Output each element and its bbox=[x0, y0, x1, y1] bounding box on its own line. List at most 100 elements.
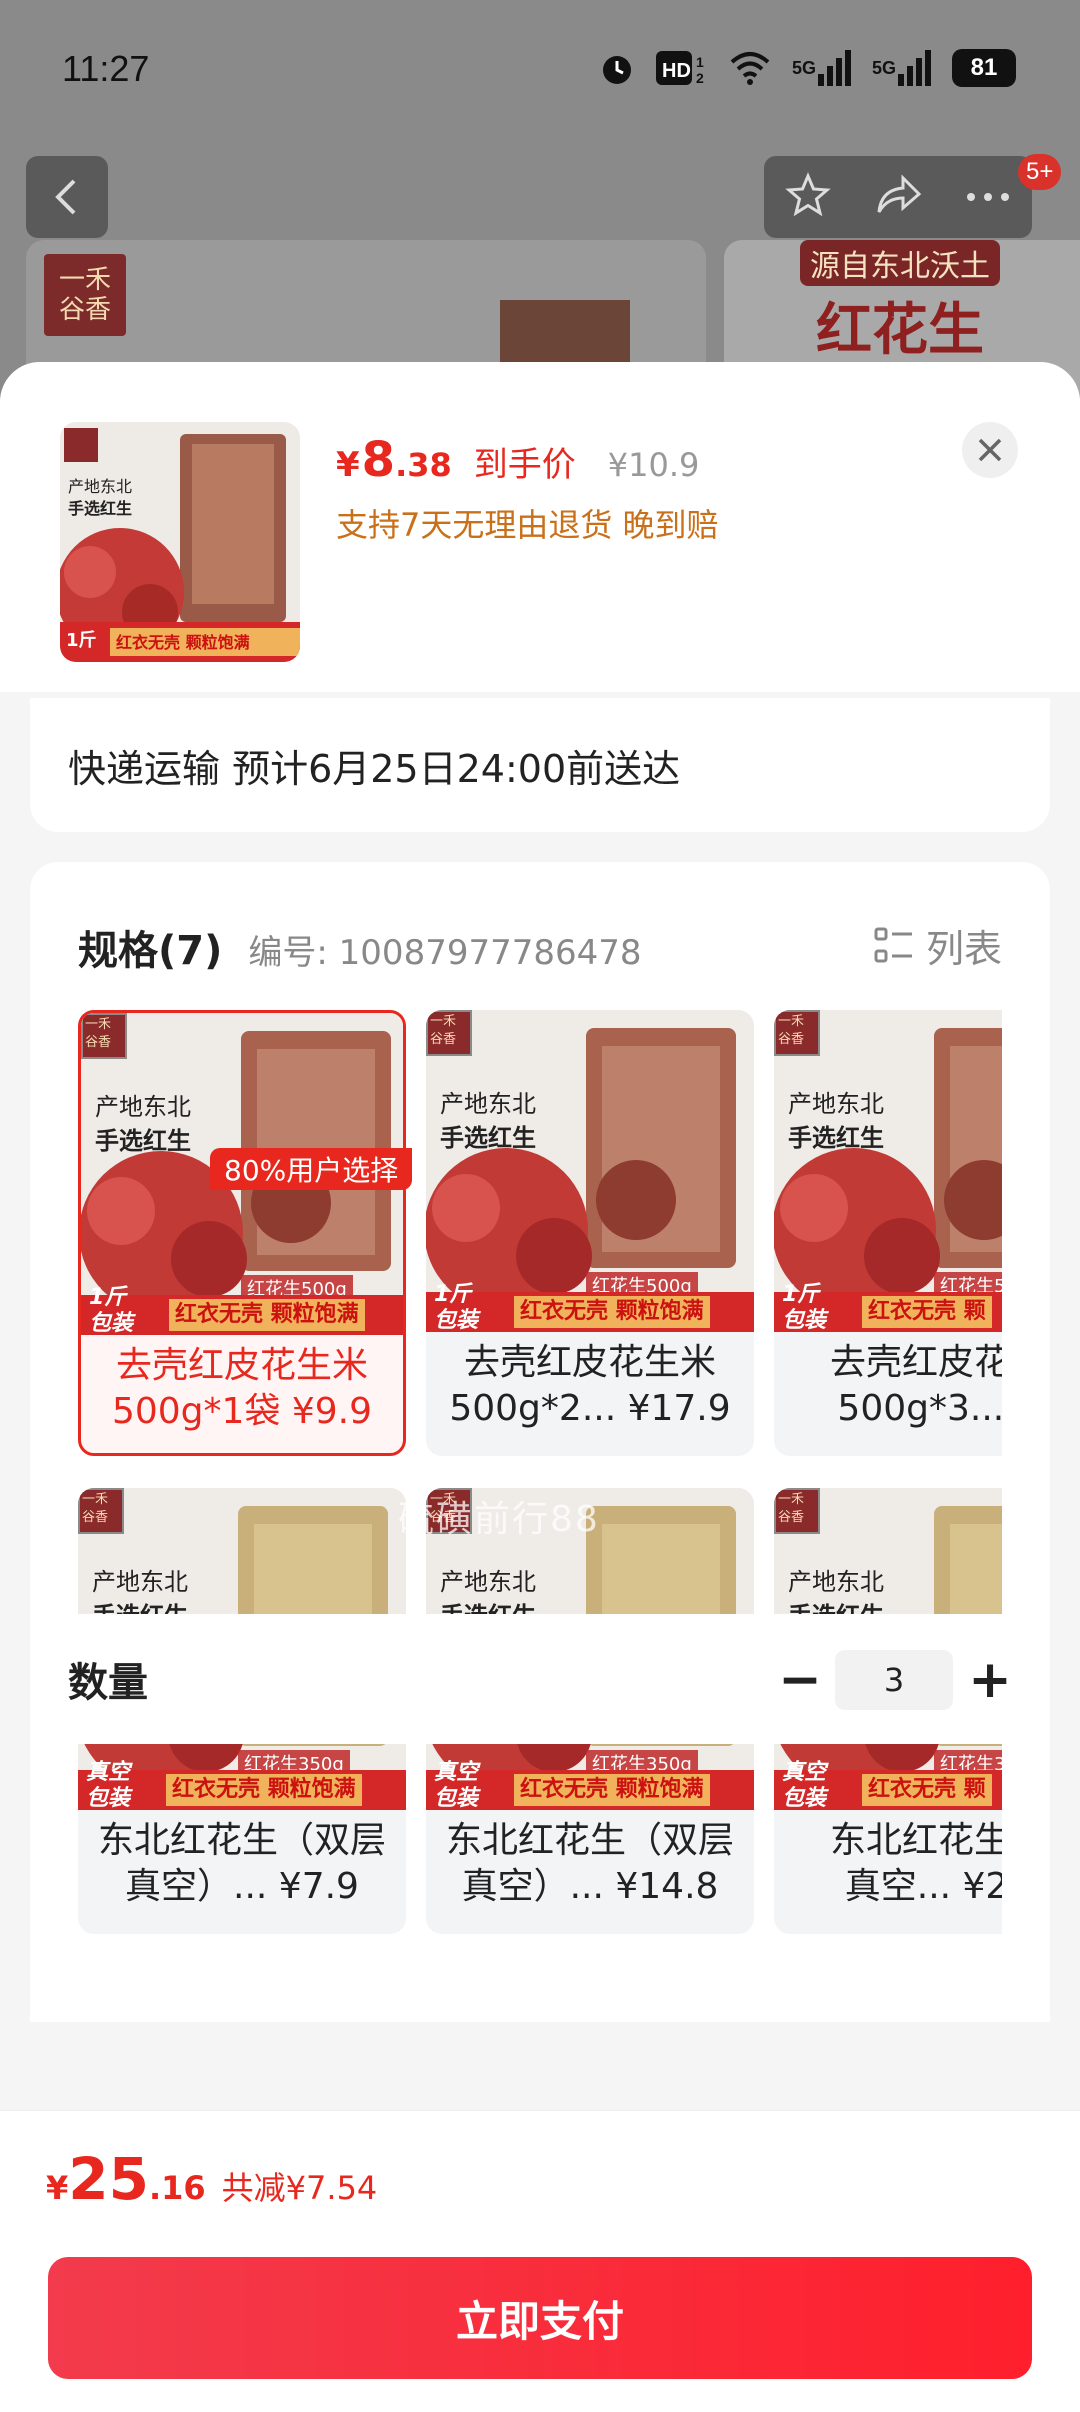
background-banner-top: 源自东北沃土 bbox=[800, 240, 1000, 286]
spec-option-tile[interactable]: 一禾 谷香 产地东北 手选红生 红花生500g 1斤 包装 红衣无壳 颗粒饱满 去壳红皮花生米 5… bbox=[78, 1010, 406, 1456]
promo-text: 支持7天无理由退货 晚到赔 bbox=[336, 506, 719, 544]
spec-option-pack-bottom: 包装 bbox=[434, 1786, 479, 1811]
product-thumbnail: 产地东北 手选红生 红衣无壳 颗粒饱满 1斤 bbox=[60, 422, 300, 662]
spec-option-slogan: 红衣无壳 颗粒饱满 bbox=[166, 1774, 362, 1806]
spec-option-tile[interactable]: 一禾 谷香 产地东北 手选红生 红花生500g 1斤 包装 红衣无壳 颗粒饱满 去壳红皮花生米 5… bbox=[426, 1010, 754, 1456]
quantity-plus-button[interactable]: + bbox=[960, 1650, 1020, 1710]
spec-option-label: 去壳红皮花生米 500g*2... ¥17.9 bbox=[426, 1340, 754, 1432]
spec-option-label: 去壳红皮花生米 500g*1袋 ¥9.9 bbox=[81, 1343, 403, 1435]
background-brand-line2: 谷香 bbox=[58, 295, 111, 325]
alarm-icon bbox=[598, 48, 636, 88]
signal-1-label: 5G bbox=[791, 57, 816, 78]
background-brand-logo: 一禾 谷香 bbox=[44, 254, 126, 336]
spec-header: 规格(7) 编号: 10087977786478 bbox=[78, 918, 642, 976]
back-arrow-icon bbox=[55, 179, 76, 215]
close-button[interactable] bbox=[962, 422, 1018, 478]
spec-option-brand-1: 一禾 bbox=[82, 1492, 109, 1507]
spec-option-slogan: 红衣无壳 颗 bbox=[862, 1774, 992, 1806]
quantity-row: 数量 − 3 + bbox=[30, 1614, 1050, 1744]
spec-option-label-line2: 真空）... ¥14.8 bbox=[461, 1866, 719, 1907]
spec-option-label-line1: 去壳红皮花生米 bbox=[115, 1345, 368, 1386]
spec-option-label: 东北红花生（ 真空... ¥20 bbox=[774, 1818, 1002, 1910]
spec-option-tag-1: 产地东北 bbox=[788, 1568, 884, 1596]
background-brand-line1: 一禾 bbox=[58, 265, 111, 295]
price-dec: .38 bbox=[395, 446, 452, 484]
price-int: 8 bbox=[361, 432, 396, 488]
status-bar: 11:27 HD 1 2 5G 5G 81 bbox=[0, 0, 1080, 140]
list-toggle-button[interactable]: 列表 bbox=[874, 918, 1002, 973]
spec-option-label-line2: 500g*1袋 ¥9.9 bbox=[111, 1391, 373, 1432]
list-toggle-label: 列表 bbox=[925, 927, 1002, 971]
spec-option-brand-2: 谷香 bbox=[778, 1510, 805, 1525]
watermark-text: 硫磺前行88 bbox=[398, 1499, 600, 1540]
pay-now-button[interactable]: 立即支付 bbox=[48, 2257, 1032, 2379]
spec-option-brand-1: 一禾 bbox=[778, 1492, 805, 1507]
sheet-header: 产地东北 手选红生 红衣无壳 颗粒饱满 1斤 ¥ 8 .38 到手价 ¥10.9… bbox=[0, 362, 1080, 692]
spec-option-brand-1: 一禾 bbox=[85, 1017, 112, 1032]
spec-option-label-line1: 去壳红皮花生米 bbox=[463, 1342, 716, 1383]
spec-option-brand-2: 谷香 bbox=[778, 1032, 805, 1047]
quantity-label: 数量 bbox=[68, 1660, 148, 1706]
total-int: 25 bbox=[68, 2145, 149, 2213]
signal-2-label: 5G bbox=[871, 57, 896, 78]
svg-text:产地东北: 产地东北 bbox=[68, 477, 132, 496]
spec-option-slogan: 红衣无壳 颗粒饱满 bbox=[169, 1299, 365, 1331]
spec-option-brand-2: 谷香 bbox=[82, 1510, 109, 1525]
spec-option-tag-1: 产地东北 bbox=[440, 1568, 536, 1596]
spec-option-pack-bottom: 包装 bbox=[782, 1786, 827, 1811]
delivery-text: 快递运输 预计6月25日24:00前送达 bbox=[68, 746, 681, 791]
spec-option-label-line2: 500g*3... ¥ bbox=[837, 1388, 1002, 1429]
spec-option-tag-1: 产地东北 bbox=[788, 1090, 884, 1118]
list-icon bbox=[874, 927, 912, 962]
share-icon[interactable] bbox=[873, 172, 923, 222]
price-label: 到手价 bbox=[473, 445, 576, 485]
spec-option-pack-bottom: 包装 bbox=[89, 1311, 134, 1336]
spec-option-brand-2: 谷香 bbox=[85, 1035, 112, 1050]
spec-option-slogan: 红衣无壳 颗 bbox=[862, 1296, 992, 1328]
quantity-stepper[interactable]: 3 bbox=[835, 1650, 953, 1710]
quantity-minus-button[interactable]: − bbox=[770, 1650, 830, 1710]
background-banner-main: 红花生 bbox=[816, 297, 984, 363]
spec-option-slogan: 红衣无壳 颗粒饱满 bbox=[514, 1774, 710, 1806]
spec-code: 编号: 10087977786478 bbox=[248, 933, 642, 973]
battery-icon: 81 bbox=[952, 49, 1016, 87]
spec-title: 规格(7) bbox=[78, 928, 223, 974]
top-actions bbox=[764, 156, 1032, 238]
spec-option-pack-bottom: 包装 bbox=[434, 1308, 479, 1333]
checkout-footer: ¥ 25 .16 共减¥7.54 立即支付 bbox=[0, 2110, 1080, 2412]
spec-option-tag-1: 产地东北 bbox=[92, 1568, 188, 1596]
back-button[interactable] bbox=[26, 156, 108, 238]
svg-text:1斤: 1斤 bbox=[66, 630, 97, 651]
svg-text:2: 2 bbox=[696, 70, 704, 86]
spec-card: 规格(7) 编号: 10087977786478 列表 80%用户选择 一禾 谷香… bbox=[30, 862, 1050, 2022]
spec-option-label-line1: 东北红花生（ bbox=[829, 1820, 1002, 1861]
spec-grid: 80%用户选择 一禾 谷香 产地东北 手选红生 红花生500g 1斤 包装 红衣无壳 颗粒饱满… bbox=[78, 1010, 1002, 1960]
price-line: ¥ 8 .38 到手价 ¥10.9 bbox=[336, 432, 699, 488]
svg-text:红衣无壳 颗粒饱满: 红衣无壳 颗粒饱满 bbox=[116, 633, 250, 652]
spec-option-label-line1: 东北红花生（双层 bbox=[97, 1820, 386, 1861]
spec-option-tile[interactable]: 一禾谷香产地东北手选红生红花生501斤包装红衣无壳 颗去壳红皮花生500g*3.… bbox=[774, 1010, 1002, 1456]
close-icon bbox=[978, 438, 1002, 462]
spec-option-tag-1: 产地东北 bbox=[440, 1090, 536, 1118]
svg-text:1: 1 bbox=[696, 54, 704, 70]
hd-icon: HD 1 2 bbox=[655, 48, 708, 88]
spec-option-brand-1: 一禾 bbox=[430, 1014, 457, 1029]
spec-option-brand-1: 一禾 bbox=[778, 1014, 805, 1029]
spec-option-label: 去壳红皮花生 500g*3... ¥ bbox=[774, 1340, 1002, 1432]
spec-option-label-line2: 真空... ¥20 bbox=[844, 1866, 1002, 1907]
total-saved: 共减¥7.54 bbox=[221, 2169, 378, 2207]
spec-option-label-line2: 真空）... ¥7.9 bbox=[125, 1866, 359, 1907]
svg-text:手选红生: 手选红生 bbox=[68, 499, 132, 518]
popular-badge: 80%用户选择 bbox=[210, 1148, 413, 1190]
spec-option-label: 东北红花生（双层 真空）... ¥7.9 bbox=[78, 1818, 406, 1910]
spec-sheet: 产地东北 手选红生 红衣无壳 颗粒饱满 1斤 ¥ 8 .38 到手价 ¥10.9… bbox=[0, 362, 1080, 2412]
spec-option-image bbox=[426, 1010, 754, 1310]
total-price: ¥ 25 .16 共减¥7.54 bbox=[46, 2145, 377, 2213]
background-page: 11:27 HD 1 2 5G 5G 81 5+ 一禾 谷香 源自东北沃土 红花… bbox=[0, 0, 1080, 420]
cart-badge: 5+ bbox=[1018, 154, 1062, 190]
spec-option-tag-1: 产地东北 bbox=[95, 1093, 191, 1121]
spec-option-label: 东北红花生（双层 真空）... ¥14.8 bbox=[426, 1818, 754, 1910]
more-icon[interactable] bbox=[965, 188, 1011, 207]
svg-text:HD: HD bbox=[662, 60, 691, 82]
star-icon[interactable] bbox=[785, 172, 831, 222]
